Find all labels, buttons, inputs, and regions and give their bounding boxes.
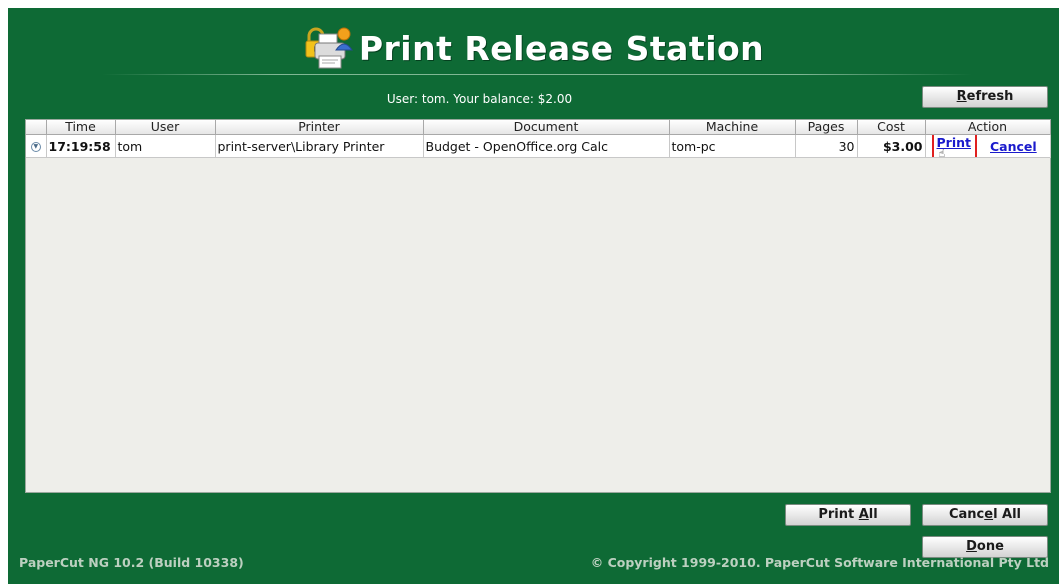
printer-cell: print-server\Library Printer — [215, 134, 424, 158]
hand-cursor-icon: ☝ — [938, 147, 946, 158]
action-cell: Print ☝ Cancel — [925, 134, 1051, 158]
column-header-printer[interactable]: Printer — [215, 120, 424, 135]
copyright-label: © Copyright 1999-2010. PaperCut Software… — [590, 555, 1049, 570]
cancel-job-link[interactable]: Cancel — [990, 139, 1037, 154]
column-header-user[interactable]: User — [115, 120, 216, 135]
column-header-cost[interactable]: Cost — [857, 120, 926, 135]
balance-text: User: tom. Your balance: $2.00 — [386, 92, 573, 106]
column-header-time[interactable]: Time — [46, 120, 116, 135]
header: Print Release Station — [8, 22, 1059, 74]
page-title: Print Release Station — [358, 28, 765, 68]
pages-cell: 30 — [795, 134, 858, 158]
action-links: Print ☝ Cancel — [928, 134, 1048, 158]
expand-cell[interactable]: ▼ — [26, 134, 47, 158]
column-header-document[interactable]: Document — [423, 120, 670, 135]
table-row[interactable]: ▼ 17:19:58 tom print-server\Library Prin… — [26, 134, 1051, 158]
cancel-all-button[interactable]: Cancel All — [922, 504, 1048, 526]
print-all-mnemonic: A — [858, 507, 869, 522]
refresh-mnemonic: R — [956, 89, 967, 104]
jobs-table-panel[interactable]: Time User Printer Document Machine Pages… — [25, 119, 1051, 493]
done-mnemonic: D — [966, 539, 977, 554]
column-header-machine[interactable]: Machine — [669, 120, 796, 135]
column-header-action[interactable]: Action — [925, 120, 1051, 135]
print-release-window: Print Release Station User: tom. Your ba… — [8, 8, 1059, 584]
table-header-row: Time User Printer Document Machine Pages… — [26, 120, 1051, 135]
cancel-all-mnemonic: e — [984, 507, 994, 522]
printer-lock-logo-icon — [303, 24, 353, 72]
time-cell: 17:19:58 — [46, 134, 116, 158]
machine-cell: tom-pc — [669, 134, 796, 158]
jobs-table: Time User Printer Document Machine Pages… — [26, 120, 1051, 158]
expand-row-icon[interactable]: ▼ — [30, 142, 41, 152]
cost-cell: $3.00 — [857, 134, 926, 158]
version-label: PaperCut NG 10.2 (Build 10338) — [19, 555, 244, 570]
refresh-button[interactable]: Refresh — [922, 86, 1048, 108]
print-all-button[interactable]: Print All — [785, 504, 911, 526]
column-header-expand — [26, 120, 47, 135]
print-job-link[interactable]: Print ☝ — [931, 134, 977, 158]
document-cell: Budget - OpenOffice.org Calc — [423, 134, 670, 158]
user-cell: tom — [115, 134, 216, 158]
header-divider — [102, 74, 972, 75]
column-header-pages[interactable]: Pages — [795, 120, 858, 135]
